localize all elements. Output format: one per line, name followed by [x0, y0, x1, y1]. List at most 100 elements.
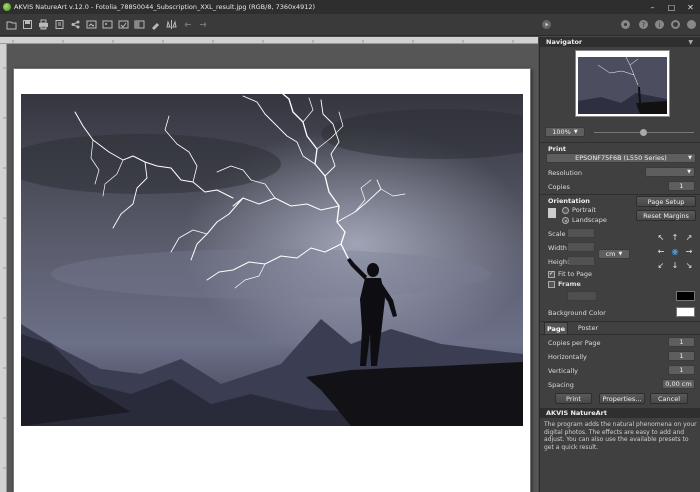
- portrait-radio[interactable]: [562, 207, 569, 214]
- portrait-label: Portrait: [572, 206, 596, 214]
- landscape-radio[interactable]: [562, 217, 569, 224]
- vertically-label: Vertically: [548, 367, 578, 375]
- maximize-button[interactable]: □: [662, 0, 681, 14]
- navigator-title: Navigator: [546, 38, 583, 46]
- app-logo-icon: [3, 3, 11, 11]
- spacing-input[interactable]: 0,00 cm: [662, 379, 695, 389]
- align-top-left-icon[interactable]: ↖: [657, 234, 665, 242]
- scale-input[interactable]: [567, 228, 595, 238]
- about-title: AKVIS NatureArt: [546, 409, 607, 417]
- horizontally-label: Horizontally: [548, 353, 587, 361]
- save-icon[interactable]: [22, 19, 33, 30]
- minimize-button[interactable]: –: [643, 0, 662, 14]
- divider: [540, 194, 700, 195]
- print-section-label: Print: [548, 145, 566, 153]
- width-label: Width: [548, 244, 567, 252]
- navigator-thumbnail[interactable]: [575, 50, 670, 117]
- page-tabs: Page Poster: [544, 322, 697, 334]
- background-color-label: Background Color: [548, 309, 606, 317]
- zoom-slider-handle[interactable]: [640, 129, 647, 136]
- width-input[interactable]: [567, 242, 595, 252]
- orientation-icon: [548, 208, 556, 218]
- toolbar: ? i: [0, 14, 700, 36]
- navigator-header: Navigator ▼: [540, 37, 700, 47]
- align-top-icon[interactable]: ↑: [671, 234, 679, 242]
- svg-text:?: ?: [642, 21, 646, 29]
- fit-to-page-label: Fit to Page: [558, 270, 593, 278]
- collapse-icon[interactable]: ▼: [688, 39, 693, 46]
- title-bar: AKVIS NatureArt v.12.0 - Fotolia_7885004…: [0, 0, 700, 14]
- align-bottom-icon[interactable]: ↓: [671, 262, 679, 270]
- print-button[interactable]: Print: [555, 393, 592, 404]
- canvas-area[interactable]: [0, 37, 538, 492]
- tab-page[interactable]: Page: [544, 322, 568, 334]
- help-icon[interactable]: ?: [638, 19, 649, 30]
- unit-select[interactable]: cm ▼: [598, 249, 630, 259]
- align-top-right-icon[interactable]: ↗: [685, 234, 693, 242]
- window-controls: – □ ✕: [643, 0, 700, 14]
- vertically-input[interactable]: 1: [668, 365, 695, 375]
- resolution-select[interactable]: ▼: [645, 167, 695, 177]
- preset-icon[interactable]: [102, 19, 113, 30]
- export-icon[interactable]: [54, 19, 65, 30]
- preferences-icon[interactable]: [670, 19, 681, 30]
- align-bottom-right-icon[interactable]: ↘: [685, 262, 693, 270]
- orientation-label: Orientation: [548, 197, 590, 205]
- copies-input[interactable]: 1: [668, 181, 695, 191]
- copies-label: Copies: [548, 183, 570, 191]
- chevron-down-icon: ▼: [688, 155, 692, 161]
- info-icon[interactable]: i: [654, 19, 665, 30]
- printer-name: EPSONF75F6B (L550 Series): [575, 154, 667, 162]
- cancel-button[interactable]: Cancel: [650, 393, 688, 404]
- chevron-down-icon: ▼: [687, 169, 691, 175]
- background-color-swatch[interactable]: [676, 307, 695, 317]
- open-icon[interactable]: [6, 19, 17, 30]
- about-header: AKVIS NatureArt: [540, 408, 700, 418]
- copies-per-page-label: Copies per Page: [548, 339, 601, 347]
- close-button[interactable]: ✕: [681, 0, 700, 14]
- redo-icon[interactable]: [198, 19, 209, 30]
- frame-color-swatch[interactable]: [676, 291, 695, 301]
- mirror-icon[interactable]: [166, 19, 177, 30]
- align-center-icon[interactable]: ◉: [671, 248, 679, 256]
- chevron-down-icon: ▼: [573, 129, 578, 135]
- landscape-label: Landscape: [572, 216, 607, 224]
- zoom-select[interactable]: 100% ▼: [545, 127, 585, 137]
- settings-icon[interactable]: [620, 19, 631, 30]
- frame-checkbox[interactable]: [548, 281, 555, 288]
- share-icon[interactable]: [70, 19, 81, 30]
- before-after-icon[interactable]: [134, 19, 145, 30]
- news-icon[interactable]: [686, 19, 697, 30]
- copies-per-page-input[interactable]: 1: [668, 337, 695, 347]
- ruler-top: [0, 37, 538, 44]
- scale-label: Scale: [548, 230, 566, 238]
- printer-select[interactable]: EPSONF75F6B (L550 Series) ▼: [546, 153, 696, 163]
- undo-icon[interactable]: [182, 19, 193, 30]
- height-input[interactable]: [567, 256, 595, 266]
- align-bottom-left-icon[interactable]: ↙: [657, 262, 665, 270]
- brush-icon[interactable]: [150, 19, 161, 30]
- align-left-icon[interactable]: ←: [657, 248, 665, 256]
- window-title: AKVIS NatureArt v.12.0 - Fotolia_7885004…: [14, 3, 316, 11]
- fit-to-page-checkbox[interactable]: ✓: [548, 270, 555, 278]
- tab-poster[interactable]: Poster: [574, 322, 602, 334]
- settings-panel: Navigator ▼ 100% ▼ Print EPSONF75F6B (L5…: [539, 37, 700, 492]
- frame-width-input[interactable]: [567, 291, 597, 301]
- page-setup-button[interactable]: Page Setup: [636, 196, 696, 207]
- align-right-icon[interactable]: →: [685, 248, 693, 256]
- run-icon[interactable]: [541, 19, 552, 30]
- svg-text:i: i: [659, 21, 661, 29]
- reset-margins-button[interactable]: Reset Margins: [636, 210, 696, 221]
- ruler-left: [0, 44, 7, 492]
- zoom-value: 100%: [552, 128, 571, 136]
- horizontally-input[interactable]: 1: [668, 351, 695, 361]
- chevron-down-icon: ▼: [618, 251, 623, 257]
- properties-button[interactable]: Properties...: [599, 393, 645, 404]
- print-icon[interactable]: [38, 19, 49, 30]
- unit-value: cm: [605, 250, 616, 258]
- print-page: [13, 68, 531, 492]
- spacing-label: Spacing: [548, 381, 574, 389]
- plugin-icon[interactable]: [118, 19, 129, 30]
- batch-icon[interactable]: [86, 19, 97, 30]
- about-text: The program adds the natural phenomena o…: [544, 421, 697, 451]
